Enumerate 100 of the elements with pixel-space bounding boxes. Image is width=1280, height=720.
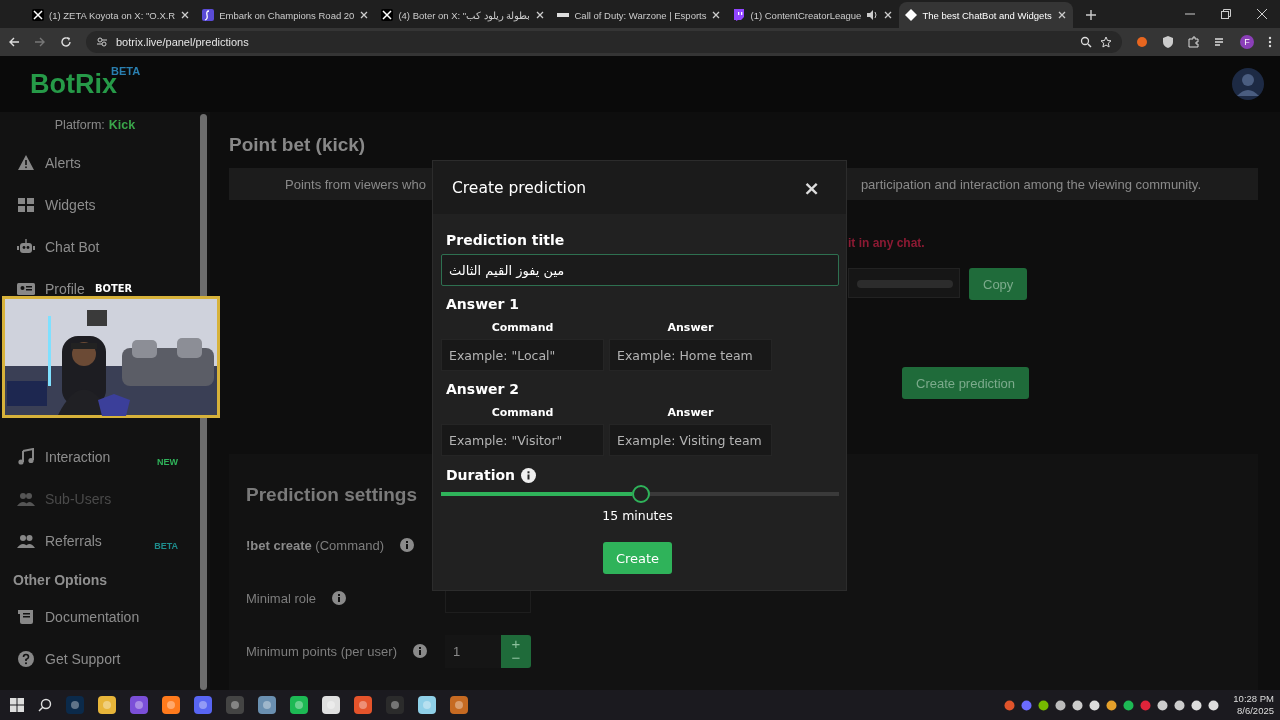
- zoom-icon[interactable]: [1080, 36, 1092, 48]
- search-icon[interactable]: [38, 698, 52, 712]
- tray-icon[interactable]: [1174, 699, 1186, 711]
- slider-thumb[interactable]: [632, 485, 651, 503]
- tray-icon[interactable]: [1089, 699, 1101, 711]
- command-field[interactable]: Example: "Visitor": [441, 424, 604, 456]
- app-icon[interactable]: [258, 696, 276, 714]
- shield-icon[interactable]: [1162, 36, 1174, 48]
- duration-reading: 15 minutes: [602, 508, 673, 523]
- browser-tab[interactable]: Embark on Champions Road 20: [196, 2, 376, 28]
- browser-tab[interactable]: (4) Boter on X: "بطولة ريلود كب: [375, 2, 552, 28]
- browser-tab[interactable]: The best ChatBot and Widgets: [899, 2, 1073, 28]
- answer-field[interactable]: Example: Home team: [609, 339, 772, 371]
- app-icon[interactable]: [162, 696, 180, 714]
- favicon-icon: [32, 9, 44, 21]
- clock-time[interactable]: 10:28 PM: [1233, 693, 1274, 705]
- speaker-icon[interactable]: [866, 9, 879, 21]
- tray-icon[interactable]: [1208, 699, 1220, 711]
- clock-date[interactable]: 8/6/2025: [1237, 705, 1274, 717]
- sidebar-item[interactable]: Chat Bot: [17, 237, 100, 257]
- new-tab-icon[interactable]: [1084, 9, 1097, 21]
- answer-heading: Answer 1: [446, 296, 521, 312]
- app-icon[interactable]: [322, 696, 340, 714]
- setting-label: !bet create (Command): [246, 537, 384, 553]
- app-icon[interactable]: [418, 696, 436, 714]
- restore-icon[interactable]: [1221, 9, 1231, 19]
- sidebar-item[interactable]: Widgets: [17, 195, 96, 215]
- profile-avatar[interactable]: F: [1240, 35, 1254, 49]
- tray-icon[interactable]: [1157, 699, 1169, 711]
- title-field[interactable]: مين يفوز القيم الثالث: [441, 254, 839, 286]
- app-icon[interactable]: [66, 696, 84, 714]
- tag-label: NEW: [157, 457, 178, 467]
- setting-label: Minimum points (per user): [246, 643, 397, 659]
- users-icon: [17, 490, 35, 508]
- description-text: participation and interaction among the viewing community.: [860, 176, 1201, 192]
- help-icon: [17, 650, 35, 668]
- sidebar-item[interactable]: Get Support: [17, 649, 121, 669]
- sidebar-item[interactable]: Documentation: [17, 607, 140, 627]
- favicon-icon: [381, 9, 394, 21]
- scroll-icon: [17, 608, 35, 626]
- column-label: Command: [491, 321, 554, 334]
- tray-icon[interactable]: [1038, 699, 1050, 711]
- back-arrow-icon[interactable]: [8, 36, 20, 48]
- favicon-icon: [202, 9, 215, 21]
- favicon-icon: [733, 9, 746, 21]
- info-icon[interactable]: [521, 467, 536, 483]
- close-icon[interactable]: [535, 10, 546, 20]
- windows-logo-icon[interactable]: [10, 698, 24, 712]
- close-icon[interactable]: [711, 10, 722, 20]
- warning-text: it in any chat.: [848, 236, 925, 250]
- more-icon[interactable]: [1268, 36, 1272, 48]
- stepper-button[interactable]: + −: [501, 634, 531, 668]
- sidebar-item[interactable]: Referrals: [17, 531, 102, 551]
- tray-icon[interactable]: [1072, 699, 1084, 711]
- close-icon[interactable]: [1056, 10, 1067, 20]
- tray-icon[interactable]: [1123, 699, 1135, 711]
- platform-name: Kick: [108, 118, 136, 134]
- page-title: Point bet (kick): [229, 134, 367, 156]
- app-icon[interactable]: [226, 696, 244, 714]
- slider-fill[interactable]: [441, 492, 633, 496]
- forward-arrow-icon: [34, 36, 46, 48]
- puzzle-icon[interactable]: [1188, 36, 1200, 48]
- browser-tab[interactable]: (1) ContentCreatorLeague: [727, 2, 900, 28]
- extension-icon[interactable]: [1136, 36, 1148, 48]
- setting-label: Minimal role: [246, 590, 317, 606]
- close-button[interactable]: ×: [803, 175, 820, 200]
- field-label: Duration: [446, 467, 515, 483]
- app-icon[interactable]: [130, 696, 148, 714]
- users-icon: [17, 532, 35, 550]
- sidebar-item[interactable]: Alerts: [17, 153, 81, 173]
- reload-icon[interactable]: [60, 36, 72, 48]
- app-icon[interactable]: [98, 696, 116, 714]
- column-label: Answer: [667, 406, 714, 419]
- avatar-icon[interactable]: [1232, 68, 1264, 100]
- sidebar-item[interactable]: Interaction: [17, 447, 111, 467]
- site-info-icon[interactable]: [96, 36, 108, 48]
- sidebar-item[interactable]: Profile: [17, 279, 85, 299]
- column-label: Answer: [667, 321, 714, 334]
- tray-icon[interactable]: [1106, 699, 1118, 711]
- browser-tab[interactable]: Call of Duty: Warzone | Esports: [551, 2, 728, 28]
- answer-field[interactable]: Example: Visiting team: [609, 424, 772, 456]
- address-bar[interactable]: botrix.live/panel/predictions: [86, 31, 1122, 53]
- column-label: Command: [491, 406, 554, 419]
- app-icon[interactable]: [290, 696, 308, 714]
- field-label: Prediction title: [446, 232, 566, 248]
- media-icon[interactable]: [1214, 36, 1226, 48]
- app-icon[interactable]: [194, 696, 212, 714]
- tray-icon[interactable]: [1055, 699, 1067, 711]
- tray-icon[interactable]: [1191, 699, 1203, 711]
- close-icon[interactable]: [883, 10, 894, 20]
- close-icon[interactable]: [180, 10, 191, 20]
- close-icon[interactable]: [1257, 9, 1267, 19]
- browser-tab[interactable]: (1) ZETA Koyota on X: "O.X.R: [26, 2, 197, 28]
- app-icon[interactable]: [450, 696, 468, 714]
- app-icon[interactable]: [354, 696, 372, 714]
- close-icon[interactable]: [359, 10, 370, 20]
- star-icon[interactable]: [1100, 36, 1112, 48]
- app-icon[interactable]: [386, 696, 404, 714]
- command-field[interactable]: Example: "Local": [441, 339, 604, 371]
- robot-icon: [17, 238, 35, 256]
